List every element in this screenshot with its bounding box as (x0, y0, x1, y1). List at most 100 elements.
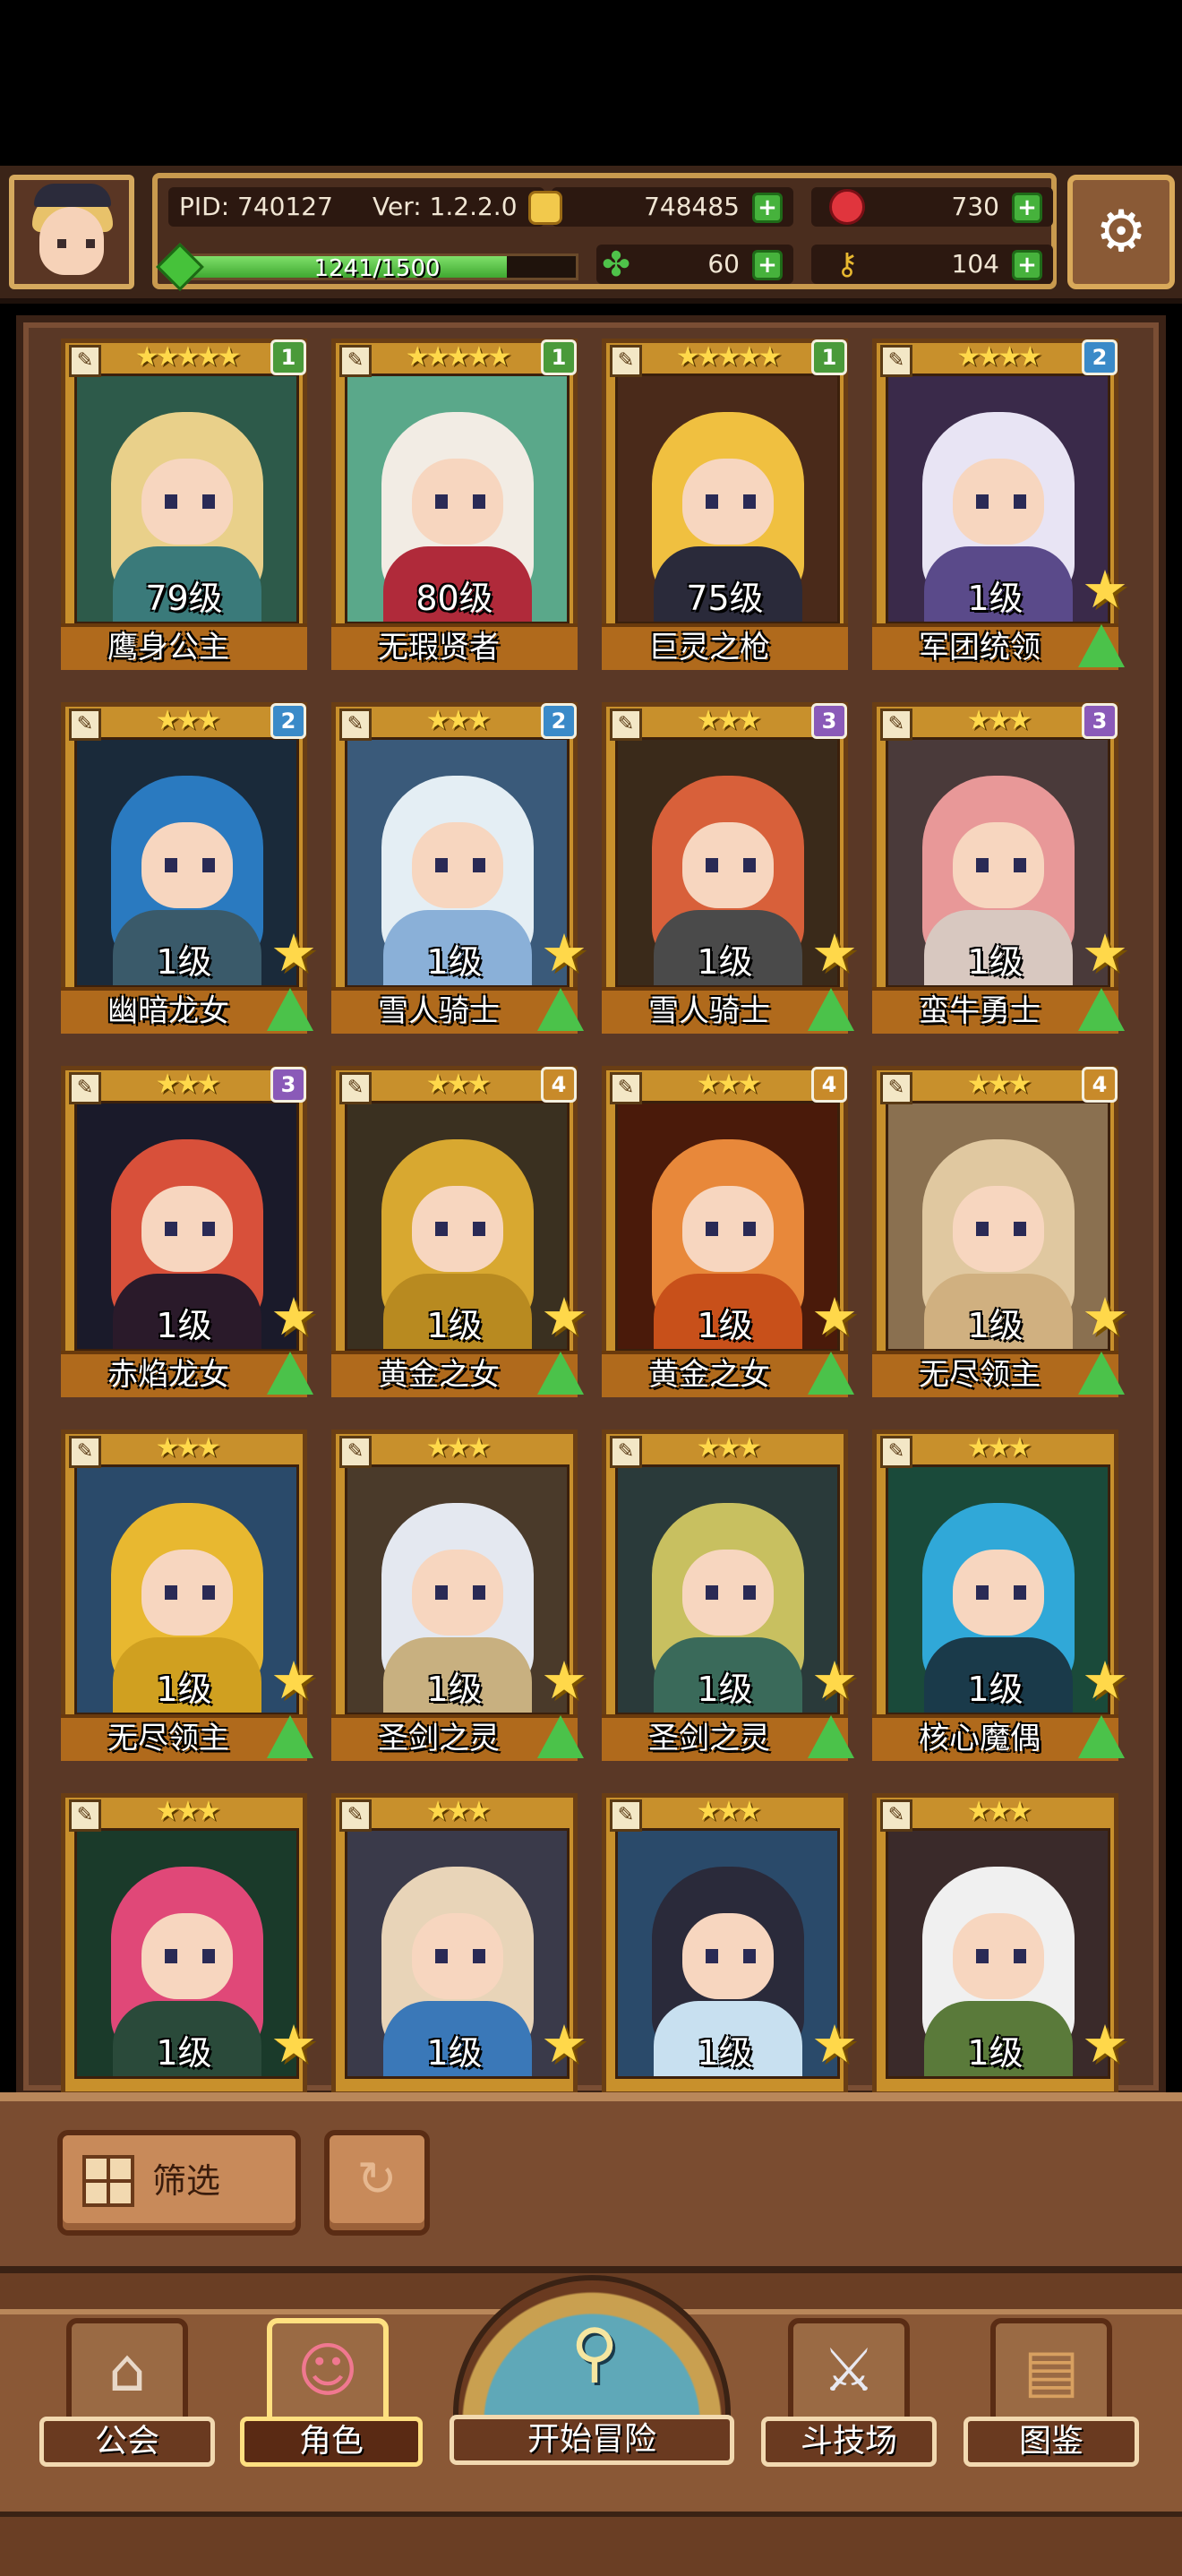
portrait-face (953, 1550, 1044, 1636)
star-icon: ★ (1082, 2014, 1128, 2074)
character-level: 1级 (156, 942, 212, 982)
star-rating: ★★★ (155, 1069, 221, 1100)
star-rating: ★★★ (155, 705, 221, 736)
upgrade-arrow-icon (267, 1352, 313, 1395)
character-grid: ✎ ★★★★★ 1 79级 鹰身公主 ✎ ★★★★★ 1 80级 无瑕贤者 ✎ ★★★★★ 1 75级 巨灵… (0, 0, 1182, 2096)
portrait-eye (743, 1949, 756, 1963)
rank-badge: 3 (1082, 703, 1118, 739)
guild-house-icon: ⌂ (108, 2336, 146, 2405)
star-rating: ★★★ (425, 1432, 492, 1464)
star-rating: ★★★ (966, 705, 1032, 736)
class-type-icon: ✎ (69, 1072, 101, 1104)
portrait-eye (165, 1949, 177, 1963)
star-rating: ★★★ (966, 1069, 1032, 1100)
portrait-face (412, 1550, 503, 1636)
portrait-eye (1014, 858, 1026, 872)
upgrade-arrow-icon (808, 1715, 854, 1758)
portrait-face (682, 1186, 774, 1272)
name-plate: 巨灵之枪 (602, 623, 848, 670)
character-face-icon: ☺ (296, 2336, 359, 2405)
portrait-face (141, 1550, 233, 1636)
character-name: 雪人骑士 (378, 993, 500, 1029)
portrait-eye (435, 858, 448, 872)
character-card[interactable]: ✎ ★★★ 2 1级 雪人骑士 ★ (331, 702, 587, 1034)
portrait-face (141, 1186, 233, 1272)
character-card[interactable]: ✎ ★★★ 1级 ★ (61, 1793, 317, 2096)
character-level: 1级 (967, 1306, 1024, 1345)
nav-adventure-label: 开始冒险 (450, 2415, 734, 2465)
class-type-icon: ✎ (339, 1799, 372, 1832)
portrait-face (141, 822, 233, 908)
portrait-face (953, 459, 1044, 545)
character-card[interactable]: ✎ ★★★ 1级 ★ (331, 1793, 587, 2096)
character-name: 幽暗龙女 (107, 993, 229, 1029)
character-card[interactable]: ✎ ★★★ 3 1级 雪人骑士 ★ (602, 702, 858, 1034)
portrait-eye (202, 1585, 215, 1600)
rank-badge: 2 (1082, 339, 1118, 375)
character-card[interactable]: ✎ ★★★ 4 1级 黄金之女 ★ (602, 1066, 858, 1397)
character-card[interactable]: ✎ ★★★ 1级 ★ (872, 1793, 1128, 2096)
star-rating: ★★★ (696, 705, 762, 736)
character-card[interactable]: ✎ ★★★ 3 1级 蛮牛勇士 ★ (872, 702, 1128, 1034)
filter-button[interactable]: 筛选 (57, 2130, 301, 2236)
portrait-face (412, 459, 503, 545)
class-type-icon: ✎ (610, 1799, 642, 1832)
portrait-eye (743, 1585, 756, 1600)
portrait-eye (435, 1949, 448, 1963)
portrait-eye (1014, 1222, 1026, 1236)
class-type-icon: ✎ (339, 708, 372, 741)
character-card[interactable]: ✎ ★★★ 2 1级 幽暗龙女 ★ (61, 702, 317, 1034)
star-rating: ★★★ (155, 1432, 221, 1464)
character-card[interactable]: ✎ ★★★★★ 1 80级 无瑕贤者 (331, 339, 578, 670)
character-name: 黄金之女 (378, 1357, 500, 1393)
character-name: 圣剑之灵 (648, 1721, 770, 1756)
character-icon-box: ☺ (267, 2318, 389, 2424)
rank-badge: 4 (1082, 1067, 1118, 1103)
character-name: 军团统领 (919, 630, 1041, 665)
class-type-icon: ✎ (610, 1072, 642, 1104)
codex-icon-box: ▤ (990, 2318, 1112, 2424)
class-type-icon: ✎ (880, 1799, 912, 1832)
character-card[interactable]: ✎ ★★★ 3 1级 赤焰龙女 ★ (61, 1066, 317, 1397)
class-type-icon: ✎ (69, 708, 101, 741)
character-name: 圣剑之灵 (378, 1721, 500, 1756)
character-level: 1级 (426, 1306, 483, 1345)
portrait-eye (706, 1949, 718, 1963)
star-rating: ★★★ (425, 1069, 492, 1100)
star-rating: ★★★ (966, 1432, 1032, 1464)
filter-label: 筛选 (152, 2161, 221, 2201)
upgrade-arrow-icon (267, 1715, 313, 1758)
portrait-eye (976, 1585, 989, 1600)
character-card[interactable]: ✎ ★★★ 1级 ★ (602, 1793, 858, 2096)
portrait-eye (473, 1949, 485, 1963)
class-type-icon: ✎ (880, 345, 912, 377)
portrait-face (682, 1550, 774, 1636)
upgrade-arrow-icon (808, 988, 854, 1031)
rank-badge: 2 (541, 703, 577, 739)
character-level: 1级 (156, 2033, 212, 2073)
upgrade-arrow-icon (537, 988, 584, 1031)
character-name: 鹰身公主 (107, 630, 229, 665)
character-card[interactable]: ✎ ★★★ 4 1级 无尽领主 ★ (872, 1066, 1128, 1397)
portrait-eye (473, 1585, 485, 1600)
star-icon: ★ (811, 923, 858, 983)
upgrade-arrow-icon (1078, 988, 1125, 1031)
character-level: 1级 (156, 1306, 212, 1345)
character-card[interactable]: ✎ ★★★ 1级 无尽领主 ★ (61, 1430, 317, 1761)
character-level: 1级 (426, 2033, 483, 2073)
character-card[interactable]: ✎ ★★★★★ 1 79级 鹰身公主 (61, 339, 307, 670)
character-level: 1级 (426, 942, 483, 982)
character-card[interactable]: ✎ ★★★★ 2 1级 军团统领 ★ (872, 339, 1128, 670)
refresh-button[interactable]: ↻ (324, 2130, 430, 2236)
character-card[interactable]: ✎ ★★★★★ 1 75级 巨灵之枪 (602, 339, 848, 670)
character-card[interactable]: ✎ ★★★ 1级 圣剑之灵 ★ (331, 1430, 587, 1761)
character-card[interactable]: ✎ ★★★ 1级 圣剑之灵 ★ (602, 1430, 858, 1761)
nav-guild-label: 公会 (39, 2417, 215, 2467)
star-rating: ★★★ (155, 1796, 221, 1827)
portrait-face (141, 459, 233, 545)
class-type-icon: ✎ (69, 1436, 101, 1468)
character-card[interactable]: ✎ ★★★ 1级 核心魔偶 ★ (872, 1430, 1128, 1761)
character-card[interactable]: ✎ ★★★ 4 1级 黄金之女 ★ (331, 1066, 587, 1397)
portrait-eye (706, 494, 718, 509)
character-name: 无瑕贤者 (378, 630, 500, 665)
